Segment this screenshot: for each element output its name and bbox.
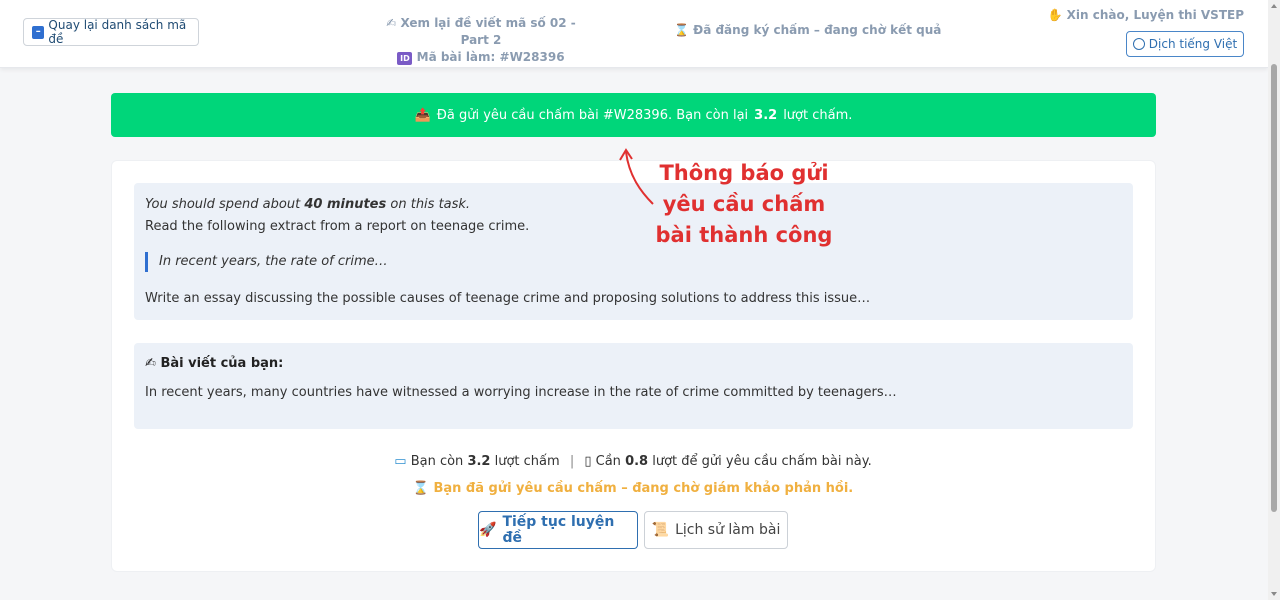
continue-practice-label: Tiếp tục luyện đề <box>502 514 615 546</box>
task-instruction: Read the following extract from a report… <box>145 219 530 234</box>
banner-remaining: 3.2 <box>754 107 778 123</box>
review-title: Xem lại đề viết mã số 02 - Part 2 <box>400 16 576 47</box>
grading-status: ⌛ Đã đăng ký chấm – đang chờ kết quả <box>674 23 941 37</box>
scroll-page-icon: ▯ <box>584 454 592 469</box>
submission-id: Mã bài làm: #W28396 <box>416 50 565 64</box>
id-badge-icon: ID <box>397 52 413 65</box>
quota-right-value: 0.8 <box>625 454 649 469</box>
scroll-icon: 📜 <box>651 522 670 538</box>
grading-quota: ▭ Bạn còn 3.2 lượt chấm | ▯ Cần 0.8 lượt… <box>0 454 1266 469</box>
quota-right-suffix: lượt để gửi yêu cầu chấm bài này. <box>652 454 872 469</box>
waving-hand-icon: ✋ <box>1047 8 1063 22</box>
banner-suffix: lượt chấm. <box>783 107 853 123</box>
hourglass-icon: ⌛ <box>674 23 689 37</box>
annotation-line-2: yêu cầu chấm <box>662 192 826 216</box>
banner-prefix: Đã gửi yêu cầu chấm bài #W28396. Bạn còn… <box>436 107 749 123</box>
user-essay: ✍ Bài viết của bạn: In recent years, man… <box>134 343 1133 429</box>
scroll-up-icon[interactable] <box>1271 4 1277 8</box>
task-extract-quote: In recent years, the rate of crime… <box>145 252 388 272</box>
greeting-label: Xin chào, Luyện thi VSTEP <box>1066 8 1244 22</box>
continue-practice-button[interactable]: 🚀 Tiếp tục luyện đề <box>478 511 638 549</box>
essay-body: In recent years, many countries have wit… <box>145 385 897 400</box>
translate-label: Dịch tiếng Việt <box>1148 37 1238 51</box>
writing-hand-icon: ✍ <box>386 16 397 30</box>
quota-left-value: 3.2 <box>467 454 491 469</box>
task-time-suffix: on this task. <box>390 197 471 212</box>
rocket-icon: 🚀 <box>479 522 497 538</box>
outbox-tray-icon: 📤 <box>414 107 431 123</box>
writing-hand-icon: ✍ <box>145 356 156 371</box>
quota-left-prefix: Bạn còn <box>410 454 464 469</box>
annotation-line-1: Thông báo gửi <box>659 161 829 185</box>
task-question: Write an essay discussing the possible c… <box>145 291 871 306</box>
review-info: ✍ Xem lại đề viết mã số 02 - Part 2 ID M… <box>376 15 586 66</box>
page-scrollbar[interactable] <box>1268 0 1280 600</box>
grading-status-label: Đã đăng ký chấm – đang chờ kết quả <box>693 23 942 37</box>
task-time-prefix: You should spend about <box>145 197 301 212</box>
user-greeting: ✋ Xin chào, Luyện thi VSTEP <box>1047 8 1244 22</box>
annotation-line-3: bài thành công <box>655 223 833 247</box>
credit-card-icon: ▭ <box>394 454 407 469</box>
scrollbar-thumb[interactable] <box>1271 64 1277 512</box>
back-button-label: Quay lại danh sách mã đề <box>48 18 187 46</box>
history-button[interactable]: 📜 Lịch sử làm bài <box>644 511 788 549</box>
top-navbar: – Quay lại danh sách mã đề ✍ Xem lại đề … <box>0 0 1268 68</box>
pending-label: Bạn đã gửi yêu cầu chấm – đang chờ giám … <box>433 481 854 496</box>
hourglass-icon: ⌛ <box>412 481 429 496</box>
translate-button[interactable]: Dịch tiếng Việt <box>1126 31 1244 57</box>
quota-left-suffix: lượt chấm <box>494 454 560 469</box>
back-square-icon: – <box>32 25 45 39</box>
success-banner: 📤 Đã gửi yêu cầu chấm bài #W28396. Bạn c… <box>111 93 1156 137</box>
quota-separator: | <box>569 454 575 469</box>
essay-heading: ✍ Bài viết của bạn: <box>145 356 283 371</box>
annotation-callout: Thông báo gửi yêu cầu chấm bài thành côn… <box>654 158 834 251</box>
globe-icon <box>1132 38 1145 50</box>
task-time-value: 40 minutes <box>304 197 387 212</box>
quota-right-prefix: Cần <box>595 454 621 469</box>
back-to-list-button[interactable]: – Quay lại danh sách mã đề <box>23 18 199 46</box>
scroll-down-icon[interactable] <box>1271 592 1277 596</box>
essay-heading-label: Bài viết của bạn: <box>160 356 284 371</box>
pending-notice: ⌛ Bạn đã gửi yêu cầu chấm – đang chờ giá… <box>0 481 1266 496</box>
task-time: You should spend about 40 minutes on thi… <box>145 197 470 212</box>
history-label: Lịch sử làm bài <box>675 522 781 538</box>
